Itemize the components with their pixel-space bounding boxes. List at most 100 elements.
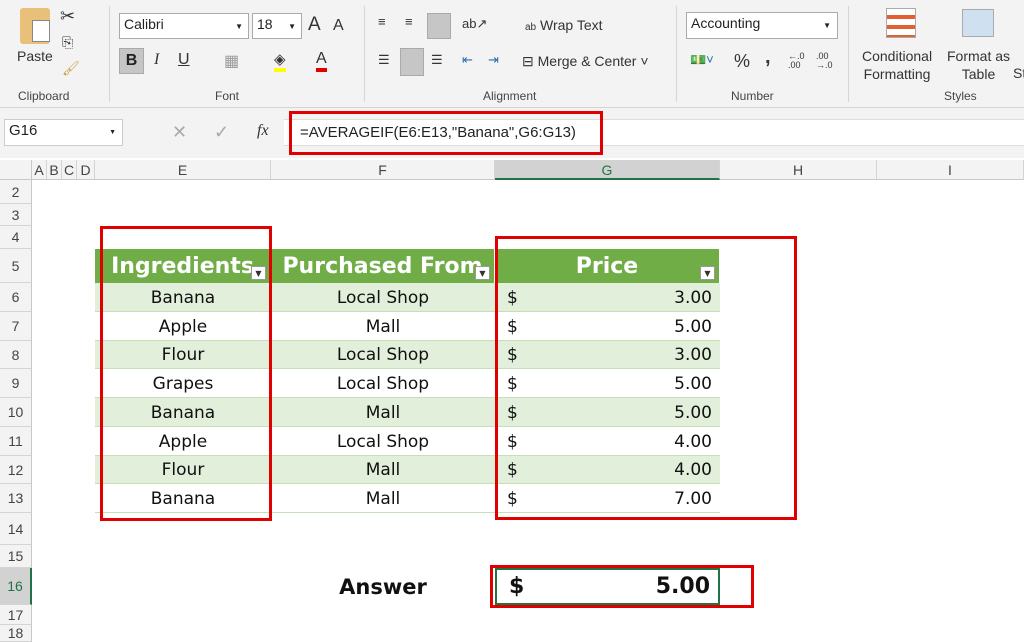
purchased-from-cell[interactable]: Mall [271, 398, 495, 427]
row-header-16[interactable]: 16 [0, 568, 32, 605]
purchased-from-cell[interactable]: Local Shop [271, 341, 495, 369]
column-header-i[interactable]: I [877, 160, 1024, 180]
purchased-from-cell[interactable]: Mall [271, 484, 495, 513]
row-header-18[interactable]: 18 [0, 625, 32, 642]
alignment-group-label: Alignment [483, 89, 537, 103]
table-header-purchased-from: Purchased From ▼ [271, 249, 495, 283]
align-left-icon[interactable]: ☰ [378, 52, 390, 68]
column-header-g[interactable]: G [495, 160, 720, 180]
orientation-icon[interactable]: ab↗ [462, 16, 487, 32]
column-header-h[interactable]: H [720, 160, 877, 180]
column-header-c[interactable]: C [62, 160, 77, 180]
increase-font-icon[interactable]: A [308, 14, 321, 36]
align-top-icon[interactable]: ≡ [378, 14, 386, 29]
format-as-table-label-1: Format as [947, 48, 1011, 64]
name-box[interactable]: G16 ▼ [4, 119, 123, 146]
conditional-formatting-label-2: Formatting [863, 66, 931, 82]
wrap-text-label: Wrap Text [540, 17, 603, 33]
number-group-label: Number [731, 89, 774, 103]
comma-style-button[interactable]: , [765, 46, 771, 69]
align-right-icon[interactable]: ☰ [431, 52, 443, 68]
row-header-2[interactable]: 2 [0, 180, 32, 204]
row-header-4[interactable]: 4 [0, 226, 32, 249]
highlight-answer [490, 565, 754, 608]
merge-center-label: Merge & Center [537, 53, 637, 69]
purchased-from-cell[interactable]: Mall [271, 456, 495, 484]
select-all-corner[interactable] [0, 160, 32, 180]
font-group-label: Font [215, 89, 240, 103]
column-header-b[interactable]: B [47, 160, 62, 180]
styles-group-label: Styles [944, 89, 977, 103]
purchased-from-cell[interactable]: Local Shop [271, 427, 495, 456]
paste-icon[interactable] [20, 8, 50, 44]
wrap-text-button[interactable]: ab Wrap Text [525, 17, 603, 33]
paste-button[interactable]: Paste [17, 48, 53, 64]
row-header-14[interactable]: 14 [0, 513, 32, 545]
ribbon: Paste ✂ ⎘ 🖌 Clipboard Calibri ▼ 18 ▼ A A B… [0, 0, 1024, 108]
row-header-7[interactable]: 7 [0, 312, 32, 341]
row-header-3[interactable]: 3 [0, 204, 32, 226]
borders-icon[interactable]: ▦ [224, 51, 239, 71]
format-as-table-label-2: Table [961, 66, 996, 82]
enter-icon[interactable]: ✓ [214, 122, 229, 143]
merge-center-button[interactable]: ⊟ Merge & Center ˅ [522, 53, 649, 70]
percent-style-button[interactable]: % [734, 51, 750, 72]
format-as-table-icon [962, 9, 994, 37]
align-bottom-icon[interactable] [427, 13, 451, 39]
bold-button[interactable]: B [119, 48, 144, 74]
font-color-icon[interactable]: A [316, 50, 327, 72]
name-box-value: G16 [9, 122, 38, 139]
cut-icon[interactable]: ✂ [60, 6, 75, 27]
row-header-12[interactable]: 12 [0, 456, 32, 484]
decrease-indent-icon[interactable]: ⇤ [462, 52, 473, 68]
column-header-d[interactable]: D [77, 160, 95, 180]
answer-label: Answer [339, 574, 427, 599]
insert-function-icon[interactable]: fx [257, 122, 269, 140]
row-header-13[interactable]: 13 [0, 484, 32, 513]
decrease-font-icon[interactable]: A [333, 17, 344, 35]
align-center-icon[interactable] [400, 48, 424, 76]
underline-button[interactable]: U [178, 51, 190, 69]
row-header-10[interactable]: 10 [0, 398, 32, 427]
table-header-label: Purchased From [282, 253, 483, 279]
number-format-value: Accounting [691, 15, 761, 31]
column-header-e[interactable]: E [95, 160, 271, 180]
number-format-select[interactable]: Accounting ▼ [686, 12, 838, 39]
highlight-ingredients [100, 226, 272, 521]
column-header-f[interactable]: F [271, 160, 495, 180]
row-header-9[interactable]: 9 [0, 369, 32, 398]
purchased-from-cell[interactable]: Mall [271, 312, 495, 341]
italic-button[interactable]: I [154, 51, 159, 69]
align-middle-icon[interactable]: ≡ [405, 14, 413, 29]
highlight-formula [289, 111, 603, 155]
cancel-icon[interactable]: ✕ [172, 122, 187, 143]
copy-icon[interactable]: ⎘ [62, 34, 73, 51]
accounting-format-icon[interactable]: 💵˅ [690, 52, 714, 68]
decrease-decimal-button[interactable]: .00 →.0 [816, 52, 838, 70]
conditional-formatting-button[interactable]: Conditional Formatting [862, 47, 932, 83]
purchased-from-cell[interactable]: Local Shop [271, 283, 495, 312]
font-size-select[interactable]: 18 ▼ [252, 13, 302, 39]
font-size-value: 18 [257, 16, 273, 32]
highlight-price [495, 236, 797, 520]
increase-decimal-button[interactable]: ←.0 .00 [788, 52, 810, 70]
font-name-select[interactable]: Calibri ▼ [119, 13, 249, 39]
cell-styles-button[interactable]: St [1013, 65, 1024, 81]
increase-indent-icon[interactable]: ⇥ [488, 52, 499, 68]
merge-icon: ⊟ [522, 53, 534, 69]
conditional-formatting-icon [886, 8, 916, 38]
conditional-formatting-label-1: Conditional [862, 48, 933, 64]
purchased-from-cell[interactable]: Local Shop [271, 369, 495, 398]
filter-dropdown-icon[interactable]: ▼ [475, 266, 490, 280]
font-name-value: Calibri [124, 16, 164, 32]
row-header-11[interactable]: 11 [0, 427, 32, 456]
format-painter-icon[interactable]: 🖌 [62, 60, 80, 77]
row-header-17[interactable]: 17 [0, 605, 32, 625]
column-header-a[interactable]: A [32, 160, 47, 180]
fill-color-icon[interactable]: ◈ [274, 50, 286, 72]
row-header-8[interactable]: 8 [0, 341, 32, 369]
row-header-5[interactable]: 5 [0, 249, 32, 283]
row-header-6[interactable]: 6 [0, 283, 32, 312]
row-header-15[interactable]: 15 [0, 545, 32, 568]
format-as-table-button[interactable]: Format as Table [947, 47, 1010, 83]
